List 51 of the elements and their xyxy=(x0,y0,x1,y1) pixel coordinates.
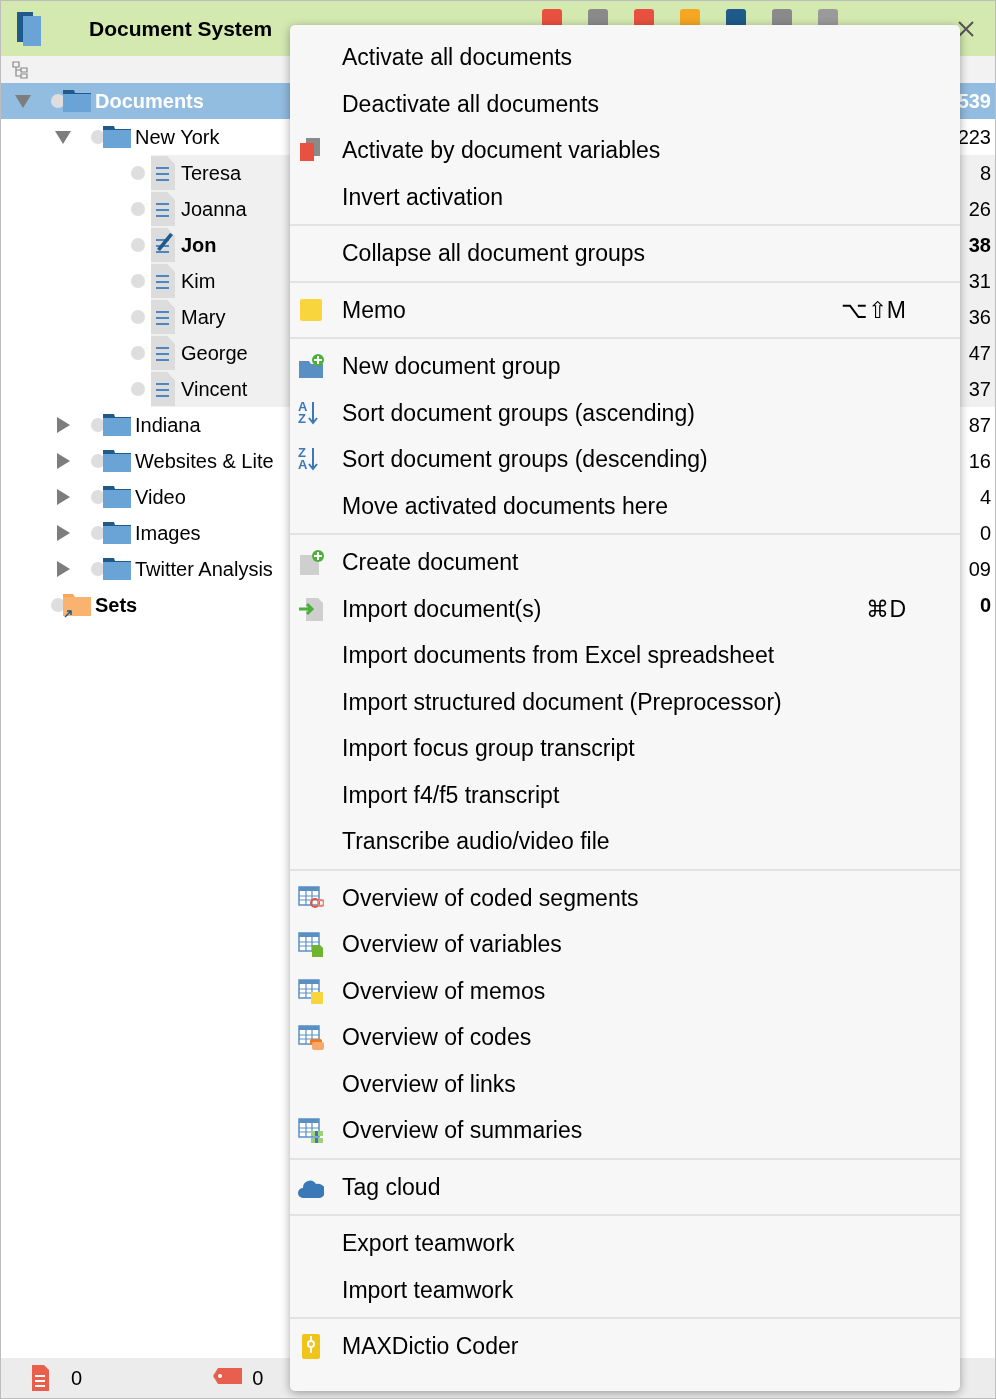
menu-item-label: Deactivate all documents xyxy=(342,89,600,119)
menu-item-label: New document group xyxy=(342,352,562,381)
menu-item-label: Import documents from Excel spreadsheet xyxy=(342,641,776,670)
menu-item-label: Transcribe audio/video file xyxy=(342,827,611,856)
menu-item-label: Import teamwork xyxy=(342,1275,515,1305)
menu-item-label: Overview of codes xyxy=(342,1023,533,1052)
menu-item-label: Move activated documents here xyxy=(342,491,669,521)
menu-item-label: Activate by document variables xyxy=(342,136,662,165)
count-label: 38 xyxy=(968,233,991,258)
menu-item-label: Invert activation xyxy=(342,182,505,212)
sort-letter: Z xyxy=(298,447,306,460)
menu-item-label: Overview of variables xyxy=(342,930,563,959)
count-label: 36 xyxy=(968,305,991,330)
shortcut-label: ⌥⇧M xyxy=(840,295,906,325)
menu-item-label: Import document(s) xyxy=(342,594,543,624)
count-label: 0 xyxy=(979,593,991,618)
sort-letter: A xyxy=(298,459,308,472)
menu-item-label: Overview of summaries xyxy=(342,1116,584,1145)
count-label: 8 xyxy=(979,161,991,186)
menu-item-label: Import structured document (Preprocessor) xyxy=(342,687,783,717)
count-label: 31 xyxy=(968,269,991,294)
count-label: 16 xyxy=(968,449,991,474)
menu-item-label: Import f4/f5 transcript xyxy=(342,780,561,810)
count-label: 37 xyxy=(968,377,991,402)
menu-item-label: Overview of memos xyxy=(342,976,547,1006)
count-label: 47 xyxy=(968,341,991,366)
menu-item-label: MAXDictio Coder xyxy=(342,1332,520,1361)
shortcut-label: ⌘D xyxy=(866,594,906,624)
menu-item-label: Import focus group transcript xyxy=(342,734,636,763)
menu-item-label: Overview of links xyxy=(342,1069,517,1099)
count-label: 26 xyxy=(968,197,991,222)
menu-item-label: Sort document groups (descending) xyxy=(342,445,709,474)
status-count: 0 xyxy=(71,1366,83,1391)
status-count: 0 xyxy=(252,1366,264,1391)
window-title: Document System xyxy=(89,15,273,42)
count-label: 539 xyxy=(957,89,991,114)
count-label: 0 xyxy=(979,521,991,546)
menu-item-label: Overview of coded segments xyxy=(342,883,640,913)
sort-letter: Z xyxy=(298,412,306,425)
menu-item-label: Sort document groups (ascending) xyxy=(342,398,696,428)
menu-item-label: Activate all documents xyxy=(342,43,574,72)
menu-item-label: Collapse all document groups xyxy=(342,239,646,268)
count-label: 4 xyxy=(979,485,991,510)
count-label: 09 xyxy=(968,557,991,582)
menu-item-label: Create document xyxy=(342,548,520,577)
menu-item-label: Export teamwork xyxy=(342,1229,516,1258)
menu-item-label: Memo xyxy=(342,295,407,325)
menu-item-label: Tag cloud xyxy=(342,1172,442,1202)
count-label: 223 xyxy=(957,125,991,150)
sort-letter: A xyxy=(298,400,308,413)
count-label: 87 xyxy=(968,413,991,438)
